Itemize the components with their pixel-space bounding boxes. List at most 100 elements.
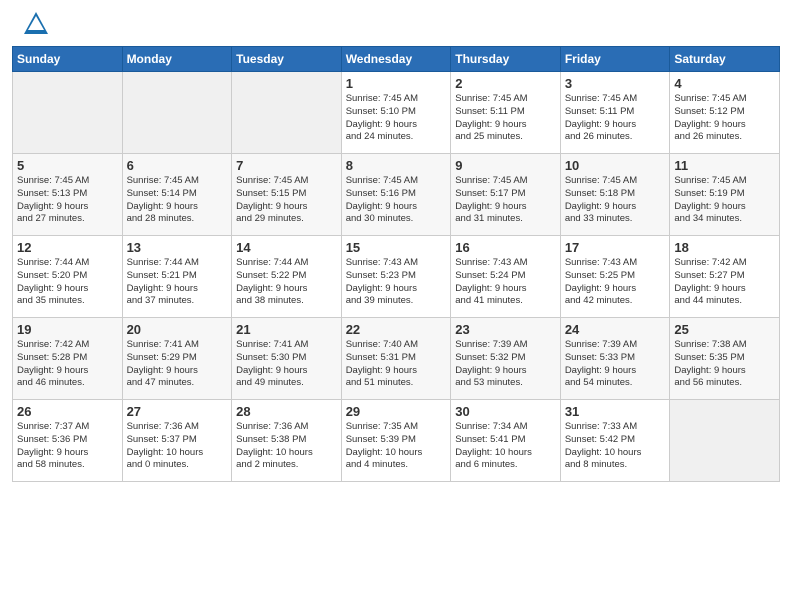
day-number: 11 (674, 158, 775, 173)
day-info: Sunrise: 7:33 AM Sunset: 5:42 PM Dayligh… (565, 421, 666, 472)
calendar-cell: 21Sunrise: 7:41 AM Sunset: 5:30 PM Dayli… (232, 318, 342, 400)
day-number: 7 (236, 158, 337, 173)
logo (12, 10, 50, 38)
day-info: Sunrise: 7:42 AM Sunset: 5:27 PM Dayligh… (674, 257, 775, 308)
calendar-cell: 14 Sunrise: 7:44 AM Sunset: 5:22 PM Dayli… (232, 236, 342, 318)
day-number: 19 (17, 322, 118, 337)
day-number: 8 (346, 158, 447, 173)
day-number: 1 (346, 76, 447, 91)
day-number: 20 (127, 322, 228, 337)
day-number: 26 (17, 404, 118, 419)
day-info: Sunrise: 7:38 AM Sunset: 5:35 PM Dayligh… (674, 339, 775, 390)
day-number: 18 (674, 240, 775, 255)
calendar-cell (122, 72, 232, 154)
header (12, 10, 780, 38)
calendar-cell: 11 Sunrise: 7:45 AM Sunset: 5:19 PM Dayli… (670, 154, 780, 236)
day-info: Sunrise: 7:43 AM Sunset: 5:24 PM Dayligh… (455, 257, 556, 308)
day-info: Sunrise: 7:45 AM Sunset: 5:15 PM Dayligh… (236, 175, 337, 226)
day-info: Sunrise: 7:39 AM Sunset: 5:33 PM Dayligh… (565, 339, 666, 390)
day-number: 3 (565, 76, 666, 91)
day-number: 28 (236, 404, 337, 419)
day-info: Sunrise: 7:35 AM Sunset: 5:39 PM Dayligh… (346, 421, 447, 472)
day-number: 17 (565, 240, 666, 255)
calendar-cell: 20Sunrise: 7:41 AM Sunset: 5:29 PM Dayli… (122, 318, 232, 400)
calendar-cell: 29 Sunrise: 7:35 AM Sunset: 5:39 PM Dayli… (341, 400, 451, 482)
calendar-week-row: 26 Sunrise: 7:37 AM Sunset: 5:36 PM Dayli… (13, 400, 780, 482)
weekday-header-friday: Friday (560, 47, 670, 72)
calendar-cell: 5 Sunrise: 7:45 AM Sunset: 5:13 PM Daylig… (13, 154, 123, 236)
day-info: Sunrise: 7:34 AM Sunset: 5:41 PM Dayligh… (455, 421, 556, 472)
calendar-week-row: 19 Sunrise: 7:42 AM Sunset: 5:28 PM Dayli… (13, 318, 780, 400)
calendar-cell: 8 Sunrise: 7:45 AM Sunset: 5:16 PM Daylig… (341, 154, 451, 236)
weekday-header-tuesday: Tuesday (232, 47, 342, 72)
calendar-cell: 19 Sunrise: 7:42 AM Sunset: 5:28 PM Dayli… (13, 318, 123, 400)
calendar-cell: 13Sunrise: 7:44 AM Sunset: 5:21 PM Dayli… (122, 236, 232, 318)
calendar-week-row: 5 Sunrise: 7:45 AM Sunset: 5:13 PM Daylig… (13, 154, 780, 236)
calendar-cell: 24 Sunrise: 7:39 AM Sunset: 5:33 PM Dayli… (560, 318, 670, 400)
weekday-header-wednesday: Wednesday (341, 47, 451, 72)
day-number: 10 (565, 158, 666, 173)
day-info: Sunrise: 7:45 AM Sunset: 5:14 PM Dayligh… (127, 175, 228, 226)
calendar-cell: 7 Sunrise: 7:45 AM Sunset: 5:15 PM Daylig… (232, 154, 342, 236)
calendar-cell: 17 Sunrise: 7:43 AM Sunset: 5:25 PM Dayli… (560, 236, 670, 318)
day-info: Sunrise: 7:45 AM Sunset: 5:11 PM Dayligh… (565, 93, 666, 144)
day-number: 16 (455, 240, 556, 255)
weekday-header-saturday: Saturday (670, 47, 780, 72)
calendar-cell: 25 Sunrise: 7:38 AM Sunset: 5:35 PM Dayli… (670, 318, 780, 400)
calendar-table: SundayMondayTuesdayWednesdayThursdayFrid… (12, 46, 780, 482)
calendar-cell: 23 Sunrise: 7:39 AM Sunset: 5:32 PM Dayli… (451, 318, 561, 400)
day-number: 30 (455, 404, 556, 419)
day-info: Sunrise: 7:42 AM Sunset: 5:28 PM Dayligh… (17, 339, 118, 390)
calendar-cell: 1 Sunrise: 7:45 AM Sunset: 5:10 PM Daylig… (341, 72, 451, 154)
day-number: 14 (236, 240, 337, 255)
calendar-cell: 22Sunrise: 7:40 AM Sunset: 5:31 PM Dayli… (341, 318, 451, 400)
day-number: 13 (127, 240, 228, 255)
day-number: 23 (455, 322, 556, 337)
day-info: Sunrise: 7:45 AM Sunset: 5:18 PM Dayligh… (565, 175, 666, 226)
day-info: Sunrise: 7:43 AM Sunset: 5:25 PM Dayligh… (565, 257, 666, 308)
calendar-cell: 16 Sunrise: 7:43 AM Sunset: 5:24 PM Dayli… (451, 236, 561, 318)
calendar-cell (670, 400, 780, 482)
calendar-cell: 6 Sunrise: 7:45 AM Sunset: 5:14 PM Daylig… (122, 154, 232, 236)
day-number: 21 (236, 322, 337, 337)
day-info: Sunrise: 7:45 AM Sunset: 5:12 PM Dayligh… (674, 93, 775, 144)
weekday-header-sunday: Sunday (13, 47, 123, 72)
day-number: 24 (565, 322, 666, 337)
weekday-header-monday: Monday (122, 47, 232, 72)
day-number: 9 (455, 158, 556, 173)
calendar-cell: 31Sunrise: 7:33 AM Sunset: 5:42 PM Dayli… (560, 400, 670, 482)
day-number: 15 (346, 240, 447, 255)
day-number: 27 (127, 404, 228, 419)
day-number: 29 (346, 404, 447, 419)
weekday-header-row: SundayMondayTuesdayWednesdayThursdayFrid… (13, 47, 780, 72)
calendar-cell: 12 Sunrise: 7:44 AM Sunset: 5:20 PM Dayli… (13, 236, 123, 318)
day-info: Sunrise: 7:45 AM Sunset: 5:11 PM Dayligh… (455, 93, 556, 144)
day-info: Sunrise: 7:44 AM Sunset: 5:20 PM Dayligh… (17, 257, 118, 308)
calendar-week-row: 1 Sunrise: 7:45 AM Sunset: 5:10 PM Daylig… (13, 72, 780, 154)
day-number: 6 (127, 158, 228, 173)
day-info: Sunrise: 7:45 AM Sunset: 5:10 PM Dayligh… (346, 93, 447, 144)
calendar-cell: 10 Sunrise: 7:45 AM Sunset: 5:18 PM Dayli… (560, 154, 670, 236)
calendar-cell: 15 Sunrise: 7:43 AM Sunset: 5:23 PM Dayli… (341, 236, 451, 318)
day-info: Sunrise: 7:45 AM Sunset: 5:13 PM Dayligh… (17, 175, 118, 226)
day-info: Sunrise: 7:36 AM Sunset: 5:38 PM Dayligh… (236, 421, 337, 472)
day-info: Sunrise: 7:36 AM Sunset: 5:37 PM Dayligh… (127, 421, 228, 472)
day-number: 2 (455, 76, 556, 91)
day-number: 5 (17, 158, 118, 173)
calendar-cell: 30 Sunrise: 7:34 AM Sunset: 5:41 PM Dayli… (451, 400, 561, 482)
day-number: 25 (674, 322, 775, 337)
day-info: Sunrise: 7:45 AM Sunset: 5:17 PM Dayligh… (455, 175, 556, 226)
day-info: Sunrise: 7:39 AM Sunset: 5:32 PM Dayligh… (455, 339, 556, 390)
day-info: Sunrise: 7:43 AM Sunset: 5:23 PM Dayligh… (346, 257, 447, 308)
calendar-cell (232, 72, 342, 154)
day-info: Sunrise: 7:45 AM Sunset: 5:19 PM Dayligh… (674, 175, 775, 226)
logo-icon (22, 10, 50, 38)
day-info: Sunrise: 7:44 AM Sunset: 5:22 PM Dayligh… (236, 257, 337, 308)
day-info: Sunrise: 7:45 AM Sunset: 5:16 PM Dayligh… (346, 175, 447, 226)
calendar-cell: 28 Sunrise: 7:36 AM Sunset: 5:38 PM Dayli… (232, 400, 342, 482)
day-number: 12 (17, 240, 118, 255)
calendar-cell: 27 Sunrise: 7:36 AM Sunset: 5:37 PM Dayli… (122, 400, 232, 482)
weekday-header-thursday: Thursday (451, 47, 561, 72)
day-info: Sunrise: 7:37 AM Sunset: 5:36 PM Dayligh… (17, 421, 118, 472)
calendar-cell: 3 Sunrise: 7:45 AM Sunset: 5:11 PM Daylig… (560, 72, 670, 154)
